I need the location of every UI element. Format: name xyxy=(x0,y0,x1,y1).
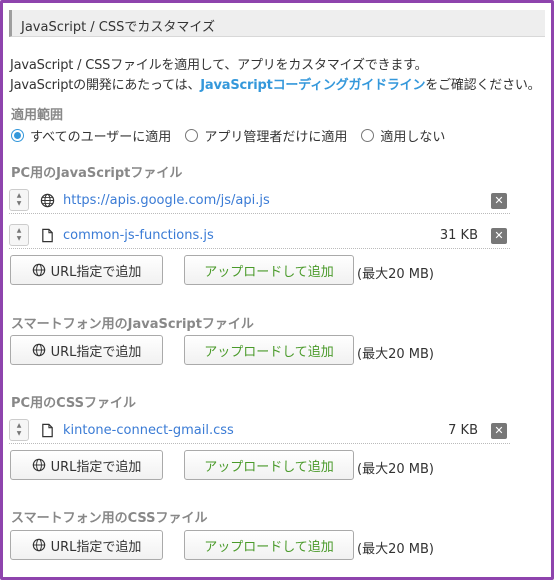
globe-icon xyxy=(40,193,55,208)
pc-js-upload-button[interactable]: アップロードして追加 xyxy=(184,255,354,285)
reorder-handle[interactable]: ▲ ▼ xyxy=(9,224,29,246)
radio-all-users-label: すべてのユーザーに適用 xyxy=(30,129,172,145)
description-prefix: JavaScriptの開発にあたっては、 xyxy=(10,78,201,93)
max-size-note: (最大20 MB) xyxy=(357,462,434,477)
file-link[interactable]: https://apis.google.com/js/api.js xyxy=(63,193,270,208)
globe-icon xyxy=(32,458,45,472)
file-icon xyxy=(42,423,53,438)
delete-button[interactable]: ✕ xyxy=(491,228,507,244)
file-size: 31 KB xyxy=(439,228,478,243)
add-url-label: URL指定で追加 xyxy=(50,539,142,555)
sp-css-add-url-button[interactable]: URL指定で追加 xyxy=(10,530,163,560)
radio-all-users[interactable]: すべてのユーザーに適用 xyxy=(11,126,171,145)
close-icon: ✕ xyxy=(494,424,504,437)
description-line-2: JavaScriptの開発にあたっては、JavaScriptコーディングガイドラ… xyxy=(10,74,541,93)
add-url-label: URL指定で追加 xyxy=(50,264,142,280)
sp-css-section-title: スマートフォン用のCSSファイル xyxy=(11,511,208,526)
max-size-note: (最大20 MB) xyxy=(357,542,434,557)
coding-guideline-link[interactable]: JavaScriptコーディングガイドライン xyxy=(200,78,425,93)
max-size-note: (最大20 MB) xyxy=(357,347,434,362)
scope-label: 適用範囲 xyxy=(11,108,64,123)
radio-admins-only[interactable]: アプリ管理者だけに適用 xyxy=(185,126,347,145)
add-url-label: URL指定で追加 xyxy=(50,459,142,475)
file-row: ▲ ▼ kintone-connect-gmail.css 7 KB ✕ xyxy=(9,417,510,444)
upload-label: アップロードして追加 xyxy=(204,459,334,475)
upload-label: アップロードして追加 xyxy=(204,264,334,280)
pc-js-section-title: PC用のJavaScriptファイル xyxy=(11,166,183,181)
file-row: ▲ ▼ common-js-functions.js 31 KB ✕ xyxy=(9,222,510,249)
file-link[interactable]: common-js-functions.js xyxy=(63,228,214,243)
reorder-handle[interactable]: ▲ ▼ xyxy=(9,189,29,211)
pc-js-add-url-button[interactable]: URL指定で追加 xyxy=(10,255,163,285)
globe-icon xyxy=(32,263,45,277)
close-icon: ✕ xyxy=(494,229,504,242)
radio-not-applied-indicator[interactable] xyxy=(361,128,375,142)
delete-button[interactable]: ✕ xyxy=(491,193,507,209)
close-icon: ✕ xyxy=(494,194,504,207)
add-url-label: URL指定で追加 xyxy=(50,344,142,360)
reorder-handle[interactable]: ▲ ▼ xyxy=(9,419,29,441)
description-suffix: をご確認ください。 xyxy=(425,78,541,93)
description-line-1: JavaScript / CSSファイルを適用して、アプリをカスタマイズできます… xyxy=(10,58,428,73)
max-size-note: (最大20 MB) xyxy=(357,267,434,282)
file-link[interactable]: kintone-connect-gmail.css xyxy=(63,423,234,438)
radio-all-users-indicator[interactable] xyxy=(11,128,24,142)
radio-not-applied-label: 適用しない xyxy=(380,129,446,145)
sp-js-upload-button[interactable]: アップロードして追加 xyxy=(184,335,354,365)
radio-admins-only-label: アプリ管理者だけに適用 xyxy=(204,129,348,145)
sp-js-add-url-button[interactable]: URL指定で追加 xyxy=(10,335,163,365)
pc-css-add-url-button[interactable]: URL指定で追加 xyxy=(10,450,163,480)
file-size: 7 KB xyxy=(448,423,478,438)
pc-css-upload-button[interactable]: アップロードして追加 xyxy=(184,450,354,480)
radio-not-applied[interactable]: 適用しない xyxy=(361,126,445,145)
pc-css-section-title: PC用のCSSファイル xyxy=(11,396,136,411)
sp-css-upload-button[interactable]: アップロードして追加 xyxy=(184,530,354,560)
radio-admins-only-indicator[interactable] xyxy=(185,128,199,142)
globe-icon xyxy=(32,343,45,357)
globe-icon xyxy=(32,538,45,552)
scope-radio-group: すべてのユーザーに適用 アプリ管理者だけに適用 適用しない xyxy=(11,126,459,145)
sp-js-section-title: スマートフォン用のJavaScriptファイル xyxy=(11,317,254,332)
file-row: ▲ ▼ https://apis.google.com/js/api.js ✕ xyxy=(9,187,510,214)
upload-label: アップロードして追加 xyxy=(204,344,334,360)
section-header: JavaScript / CSSでカスタマイズ xyxy=(9,10,545,37)
file-icon xyxy=(42,228,53,243)
section-header-title: JavaScript / CSSでカスタマイズ xyxy=(21,20,216,35)
delete-button[interactable]: ✕ xyxy=(491,423,507,439)
upload-label: アップロードして追加 xyxy=(204,539,334,555)
